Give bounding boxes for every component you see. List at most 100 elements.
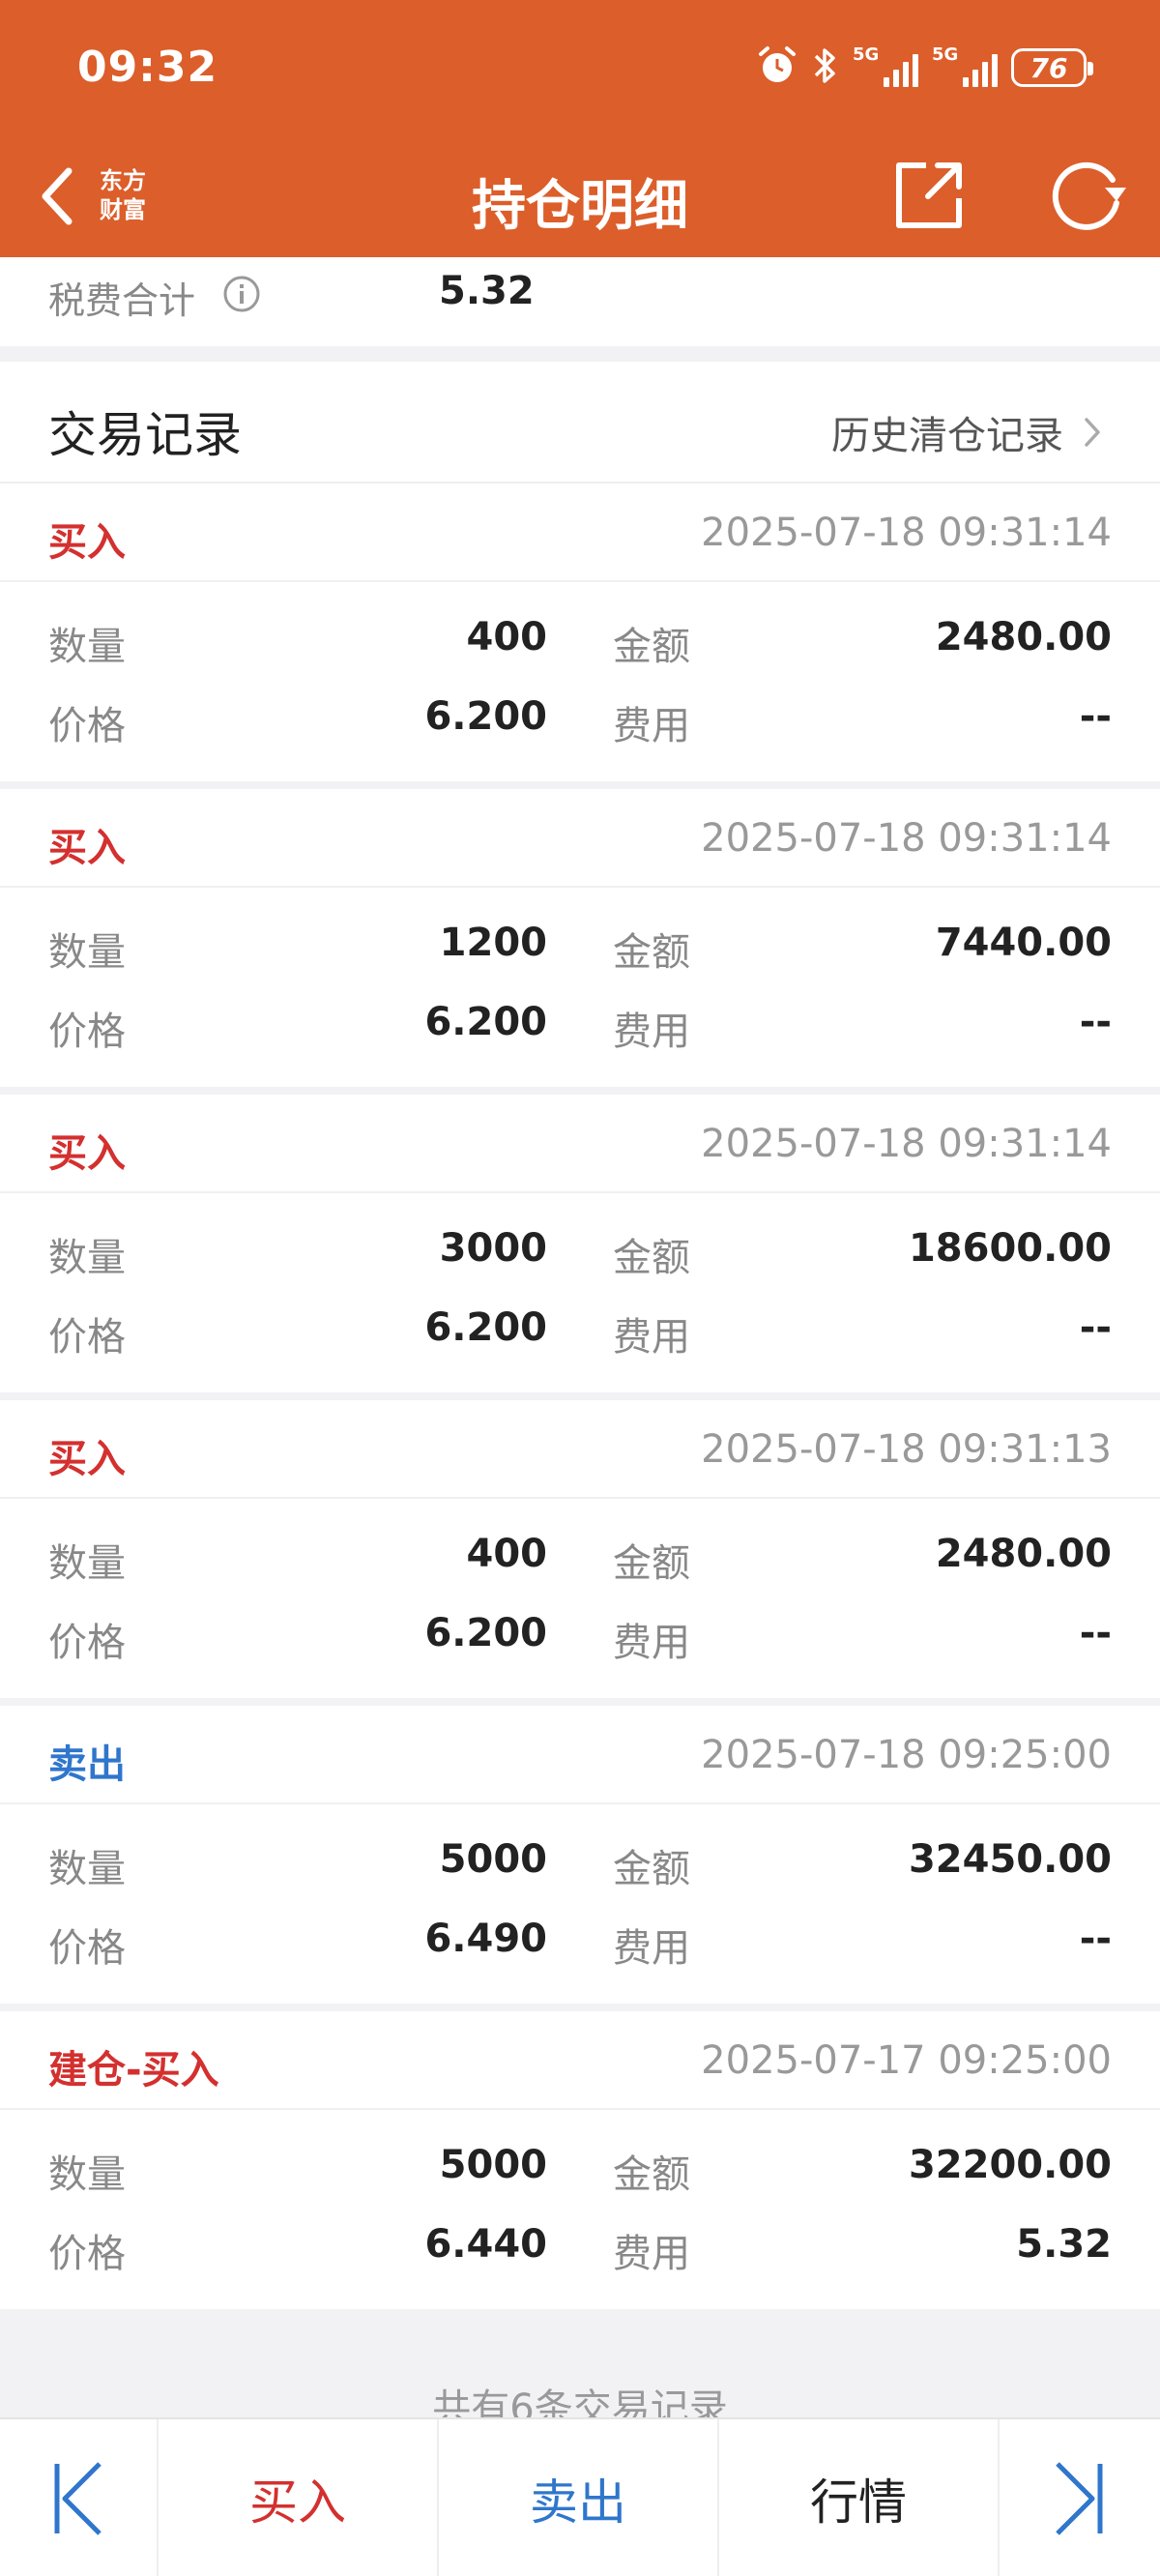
- quantity-label: 数量: [48, 1236, 126, 1280]
- quantity-value: 1200: [439, 921, 547, 965]
- refresh-icon: [1052, 161, 1126, 230]
- amount-label: 金额: [613, 625, 690, 669]
- records-list: 买入 2025-07-18 09:31:14 数量 400 金额 2480.00 价格 6.2…: [0, 483, 1160, 2309]
- alarm-icon: [756, 44, 798, 91]
- price-value: 6.440: [424, 2222, 547, 2267]
- fee-value: --: [1079, 1917, 1112, 1961]
- divider: [0, 1802, 1160, 1804]
- history-clearance-link[interactable]: 历史清仓记录: [831, 404, 1102, 460]
- amount-label: 金额: [613, 930, 690, 975]
- divider: [0, 1497, 1160, 1499]
- divider: [0, 2108, 1160, 2110]
- trade-type: 建仓-买入: [48, 2048, 219, 2093]
- trade-time: 2025-07-18 09:31:14: [701, 1122, 1112, 1166]
- quantity-label: 数量: [48, 930, 126, 975]
- quantity-label: 数量: [48, 1541, 126, 1586]
- price-label: 价格: [48, 1010, 126, 1054]
- price-value: 6.200: [424, 694, 547, 739]
- trade-type: 买入: [48, 520, 126, 565]
- signal-icon-2: 5G: [932, 44, 998, 87]
- fee-label: 费用: [613, 1010, 690, 1054]
- fee-summary-row: 税费合计 5.32: [0, 257, 1160, 346]
- amount-value: 2480.00: [935, 615, 1112, 659]
- sell-button[interactable]: 卖出: [439, 2419, 719, 2576]
- fee-summary-label: 税费合计: [48, 279, 196, 322]
- amount-value: 18600.00: [908, 1226, 1112, 1271]
- skip-first-icon: [54, 2462, 102, 2535]
- divider: [0, 886, 1160, 888]
- amount-value: 2480.00: [935, 1532, 1112, 1576]
- fee-summary-value: 5.32: [439, 269, 535, 313]
- trade-time: 2025-07-18 09:31:13: [701, 1427, 1112, 1472]
- trade-record: 买入 2025-07-18 09:31:14 数量 1200 金额 7440.00 价格 6.…: [0, 789, 1160, 1087]
- last-page-button[interactable]: [1000, 2419, 1158, 2576]
- trade-record: 卖出 2025-07-18 09:25:00 数量 5000 金额 32450.00 价格 6…: [0, 1706, 1160, 2004]
- quantity-value: 400: [466, 615, 548, 659]
- amount-value: 32200.00: [908, 2143, 1112, 2187]
- trade-time: 2025-07-18 09:25:00: [701, 1733, 1112, 1777]
- fee-value: --: [1079, 1000, 1112, 1044]
- fee-label: 费用: [613, 2232, 690, 2276]
- fee-label: 费用: [613, 1621, 690, 1665]
- quantity-label: 数量: [48, 625, 126, 669]
- share-button[interactable]: [885, 149, 972, 242]
- refresh-button[interactable]: [1042, 149, 1139, 242]
- amount-value: 7440.00: [935, 921, 1112, 965]
- price-value: 6.490: [424, 1917, 547, 1961]
- page-title: 持仓明细: [472, 175, 688, 238]
- trade-time: 2025-07-18 09:31:14: [701, 511, 1112, 555]
- first-page-button[interactable]: [0, 2419, 159, 2576]
- fee-value: --: [1079, 694, 1112, 739]
- fee-value: --: [1079, 1305, 1112, 1350]
- bottom-toolbar: 买入 卖出 行情: [0, 2417, 1160, 2576]
- trade-record: 买入 2025-07-18 09:31:14 数量 3000 金额 18600.00 价格 6…: [0, 1095, 1160, 1392]
- trade-record: 买入 2025-07-18 09:31:13 数量 400 金额 2480.00 价格 6.2…: [0, 1400, 1160, 1698]
- nav-bar: 东方 财富 持仓明细: [0, 135, 1160, 257]
- price-label: 价格: [48, 1315, 126, 1360]
- fee-label: 费用: [613, 1926, 690, 1971]
- app-header: 09:32 5G 5G 76 东方 财富 持仓明细: [0, 0, 1160, 257]
- price-label: 价格: [48, 1621, 126, 1665]
- price-label: 价格: [48, 1926, 126, 1971]
- share-icon: [896, 162, 962, 228]
- quantity-value: 5000: [439, 2143, 547, 2187]
- quantity-value: 400: [466, 1532, 548, 1576]
- divider: [0, 1191, 1160, 1193]
- price-label: 价格: [48, 2232, 126, 2276]
- info-icon[interactable]: [222, 275, 261, 317]
- fee-value: 5.32: [1016, 2222, 1112, 2267]
- trade-type: 买入: [48, 826, 126, 870]
- trade-type: 买入: [48, 1437, 126, 1481]
- skip-last-icon: [1056, 2462, 1103, 2535]
- fee-label: 费用: [613, 704, 690, 748]
- records-header: 交易记录 历史清仓记录: [0, 362, 1160, 483]
- status-bar: 09:32 5G 5G 76: [0, 0, 1160, 135]
- trade-type: 买入: [48, 1131, 126, 1176]
- trade-record: 建仓-买入 2025-07-17 09:25:00 数量 5000 金额 32200.00…: [0, 2011, 1160, 2309]
- amount-label: 金额: [613, 1847, 690, 1891]
- quantity-value: 3000: [439, 1226, 547, 1271]
- quantity-label: 数量: [48, 1847, 126, 1891]
- quantity-label: 数量: [48, 2152, 126, 2197]
- divider: [0, 580, 1160, 582]
- amount-value: 32450.00: [908, 1837, 1112, 1882]
- amount-label: 金额: [613, 1541, 690, 1586]
- fee-value: --: [1079, 1611, 1112, 1655]
- chevron-right-icon: [1085, 418, 1100, 447]
- amount-label: 金额: [613, 1236, 690, 1280]
- trade-time: 2025-07-17 09:25:00: [701, 2038, 1112, 2083]
- quote-button[interactable]: 行情: [719, 2419, 1000, 2576]
- price-label: 价格: [48, 704, 126, 748]
- signal-icon: 5G: [853, 44, 918, 87]
- quantity-value: 5000: [439, 1837, 547, 1882]
- buy-button[interactable]: 买入: [159, 2419, 439, 2576]
- trade-time: 2025-07-18 09:31:14: [701, 816, 1112, 861]
- trade-type: 卖出: [48, 1742, 126, 1787]
- battery-icon: 76: [1011, 48, 1093, 87]
- trade-record: 买入 2025-07-18 09:31:14 数量 400 金额 2480.00 价格 6.2…: [0, 483, 1160, 781]
- bluetooth-icon: [812, 44, 839, 91]
- records-title: 交易记录: [48, 407, 242, 463]
- fee-label: 费用: [613, 1315, 690, 1360]
- price-value: 6.200: [424, 1305, 547, 1350]
- price-value: 6.200: [424, 1000, 547, 1044]
